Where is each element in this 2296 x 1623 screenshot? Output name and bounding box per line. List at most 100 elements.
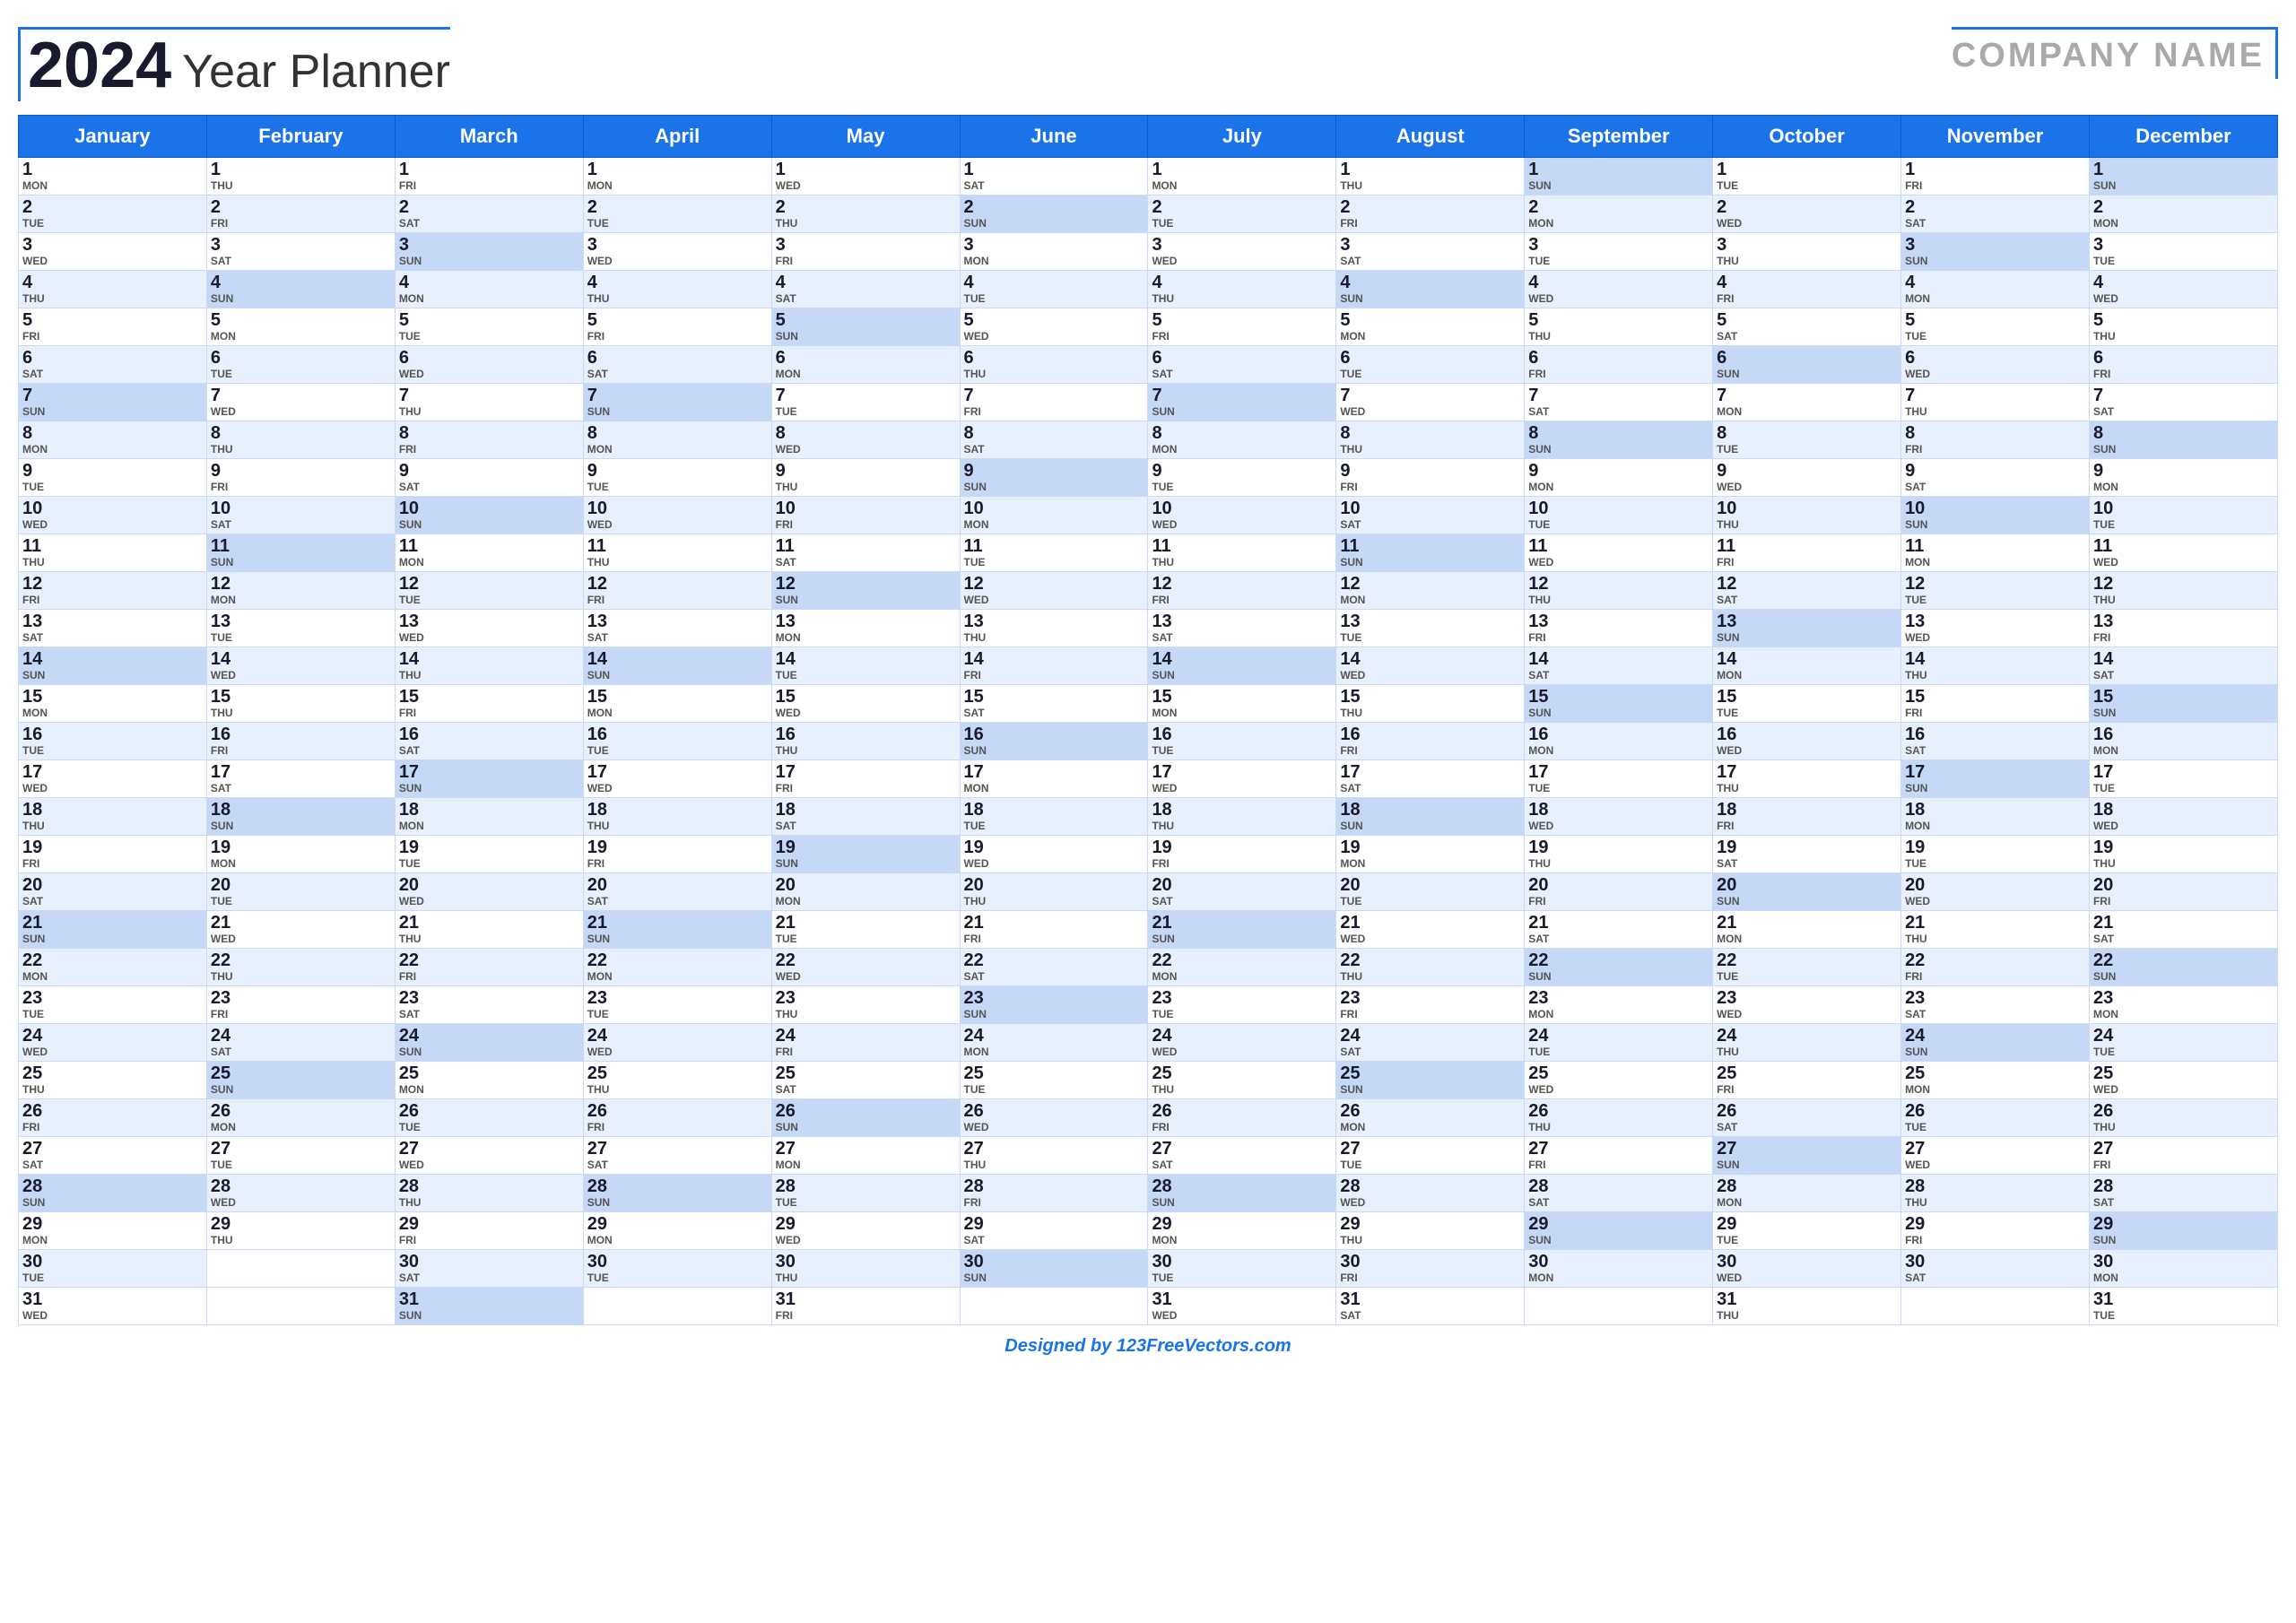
day-number: 10 bbox=[22, 499, 203, 518]
calendar-cell: 20MON bbox=[771, 873, 960, 911]
day-number: 8 bbox=[1528, 423, 1709, 443]
day-name: THU bbox=[22, 820, 203, 832]
calendar-row: 18THU18SUN18MON18THU18SAT18TUE18THU18SUN… bbox=[19, 798, 2278, 836]
day-name: FRI bbox=[1717, 820, 1897, 832]
calendar-cell bbox=[206, 1250, 395, 1288]
day-name: THU bbox=[964, 1159, 1144, 1171]
day-number: 26 bbox=[22, 1101, 203, 1121]
calendar-row: 24WED24SAT24SUN24WED24FRI24MON24WED24SAT… bbox=[19, 1024, 2278, 1062]
day-name: THU bbox=[587, 292, 768, 305]
day-number: 1 bbox=[1905, 160, 2085, 179]
calendar-cell: 11THU bbox=[583, 534, 771, 572]
calendar-cell: 22TUE bbox=[1713, 949, 1901, 986]
day-name: WED bbox=[399, 368, 579, 380]
day-number: 6 bbox=[211, 348, 391, 368]
calendar-cell: 16MON bbox=[2089, 723, 2277, 760]
calendar-cell: 7SUN bbox=[1148, 384, 1336, 421]
calendar-row: 14SUN14WED14THU14SUN14TUE14FRI14SUN14WED… bbox=[19, 647, 2278, 685]
day-name: MON bbox=[1152, 443, 1332, 456]
day-number: 17 bbox=[1340, 762, 1520, 782]
day-name: THU bbox=[22, 292, 203, 305]
calendar-row: 16TUE16FRI16SAT16TUE16THU16SUN16TUE16FRI… bbox=[19, 723, 2278, 760]
day-number: 29 bbox=[964, 1214, 1144, 1234]
day-number: 15 bbox=[1528, 687, 1709, 707]
calendar-cell: 19SAT bbox=[1713, 836, 1901, 873]
day-name: FRI bbox=[211, 1008, 391, 1020]
day-name: FRI bbox=[22, 594, 203, 606]
day-number: 2 bbox=[1340, 197, 1520, 217]
day-name: THU bbox=[1528, 594, 1709, 606]
day-number: 19 bbox=[1528, 838, 1709, 857]
day-name: WED bbox=[399, 895, 579, 907]
day-number: 7 bbox=[22, 386, 203, 405]
day-number: 23 bbox=[587, 988, 768, 1008]
day-number: 14 bbox=[776, 649, 956, 669]
day-number: 3 bbox=[211, 235, 391, 255]
day-number: 18 bbox=[1152, 800, 1332, 820]
day-name: SUN bbox=[964, 217, 1144, 230]
calendar-cell: 25THU bbox=[19, 1062, 207, 1099]
calendar-cell: 29WED bbox=[771, 1212, 960, 1250]
day-number: 21 bbox=[1528, 913, 1709, 933]
day-number: 10 bbox=[399, 499, 579, 518]
calendar-row: 1MON1THU1FRI1MON1WED1SAT1MON1THU1SUN1TUE… bbox=[19, 158, 2278, 195]
day-number: 7 bbox=[1340, 386, 1520, 405]
calendar-cell: 5MON bbox=[206, 308, 395, 346]
day-number: 9 bbox=[1528, 461, 1709, 481]
day-number: 4 bbox=[1717, 273, 1897, 292]
day-number: 11 bbox=[1152, 536, 1332, 556]
calendar-cell: 30MON bbox=[1525, 1250, 1713, 1288]
calendar-cell: 4TUE bbox=[960, 271, 1148, 308]
calendar-cell: 1SUN bbox=[2089, 158, 2277, 195]
calendar-cell: 20FRI bbox=[1525, 873, 1713, 911]
day-name: TUE bbox=[2093, 1309, 2274, 1322]
calendar-row: 26FRI26MON26TUE26FRI26SUN26WED26FRI26MON… bbox=[19, 1099, 2278, 1137]
calendar-cell: 13TUE bbox=[1336, 610, 1525, 647]
calendar-cell: 6FRI bbox=[2089, 346, 2277, 384]
calendar-cell: 28TUE bbox=[771, 1175, 960, 1212]
calendar-cell: 12TUE bbox=[395, 572, 583, 610]
calendar-cell: 22FRI bbox=[395, 949, 583, 986]
day-name: TUE bbox=[776, 933, 956, 945]
day-name: WED bbox=[1340, 405, 1520, 418]
day-name: THU bbox=[1905, 405, 2085, 418]
day-number: 22 bbox=[1152, 950, 1332, 970]
day-name: THU bbox=[1717, 255, 1897, 267]
calendar-cell: 16SAT bbox=[1901, 723, 2090, 760]
day-number: 20 bbox=[1905, 875, 2085, 895]
day-name: THU bbox=[211, 1234, 391, 1246]
calendar-cell: 28SUN bbox=[19, 1175, 207, 1212]
day-number: 1 bbox=[776, 160, 956, 179]
day-number: 5 bbox=[1717, 310, 1897, 330]
day-name: TUE bbox=[1528, 518, 1709, 531]
footer: Designed by 123FreeVectors.com bbox=[18, 1336, 2278, 1357]
day-name: SAT bbox=[1528, 669, 1709, 681]
calendar-cell: 12FRI bbox=[583, 572, 771, 610]
day-number: 11 bbox=[211, 536, 391, 556]
month-header-august: August bbox=[1336, 116, 1525, 158]
day-name: TUE bbox=[1340, 1159, 1520, 1171]
day-name: FRI bbox=[1340, 1271, 1520, 1284]
day-name: FRI bbox=[1528, 368, 1709, 380]
day-name: TUE bbox=[1340, 368, 1520, 380]
calendar-cell: 15THU bbox=[206, 685, 395, 723]
day-name: SUN bbox=[22, 1196, 203, 1209]
day-name: SAT bbox=[1717, 330, 1897, 343]
day-number: 11 bbox=[1340, 536, 1520, 556]
day-number: 17 bbox=[22, 762, 203, 782]
day-number: 20 bbox=[964, 875, 1144, 895]
day-number: 22 bbox=[211, 950, 391, 970]
calendar-cell: 9MON bbox=[2089, 459, 2277, 497]
calendar-cell: 22THU bbox=[206, 949, 395, 986]
day-name: SAT bbox=[399, 1008, 579, 1020]
day-number: 8 bbox=[776, 423, 956, 443]
calendar-row: 7SUN7WED7THU7SUN7TUE7FRI7SUN7WED7SAT7MON… bbox=[19, 384, 2278, 421]
calendar-cell: 10WED bbox=[19, 497, 207, 534]
day-name: SUN bbox=[964, 744, 1144, 757]
calendar-cell: 17THU bbox=[1713, 760, 1901, 798]
calendar-cell: 7THU bbox=[1901, 384, 2090, 421]
calendar-cell: 11SAT bbox=[771, 534, 960, 572]
day-number: 20 bbox=[211, 875, 391, 895]
calendar-cell: 3SUN bbox=[395, 233, 583, 271]
day-number: 5 bbox=[22, 310, 203, 330]
